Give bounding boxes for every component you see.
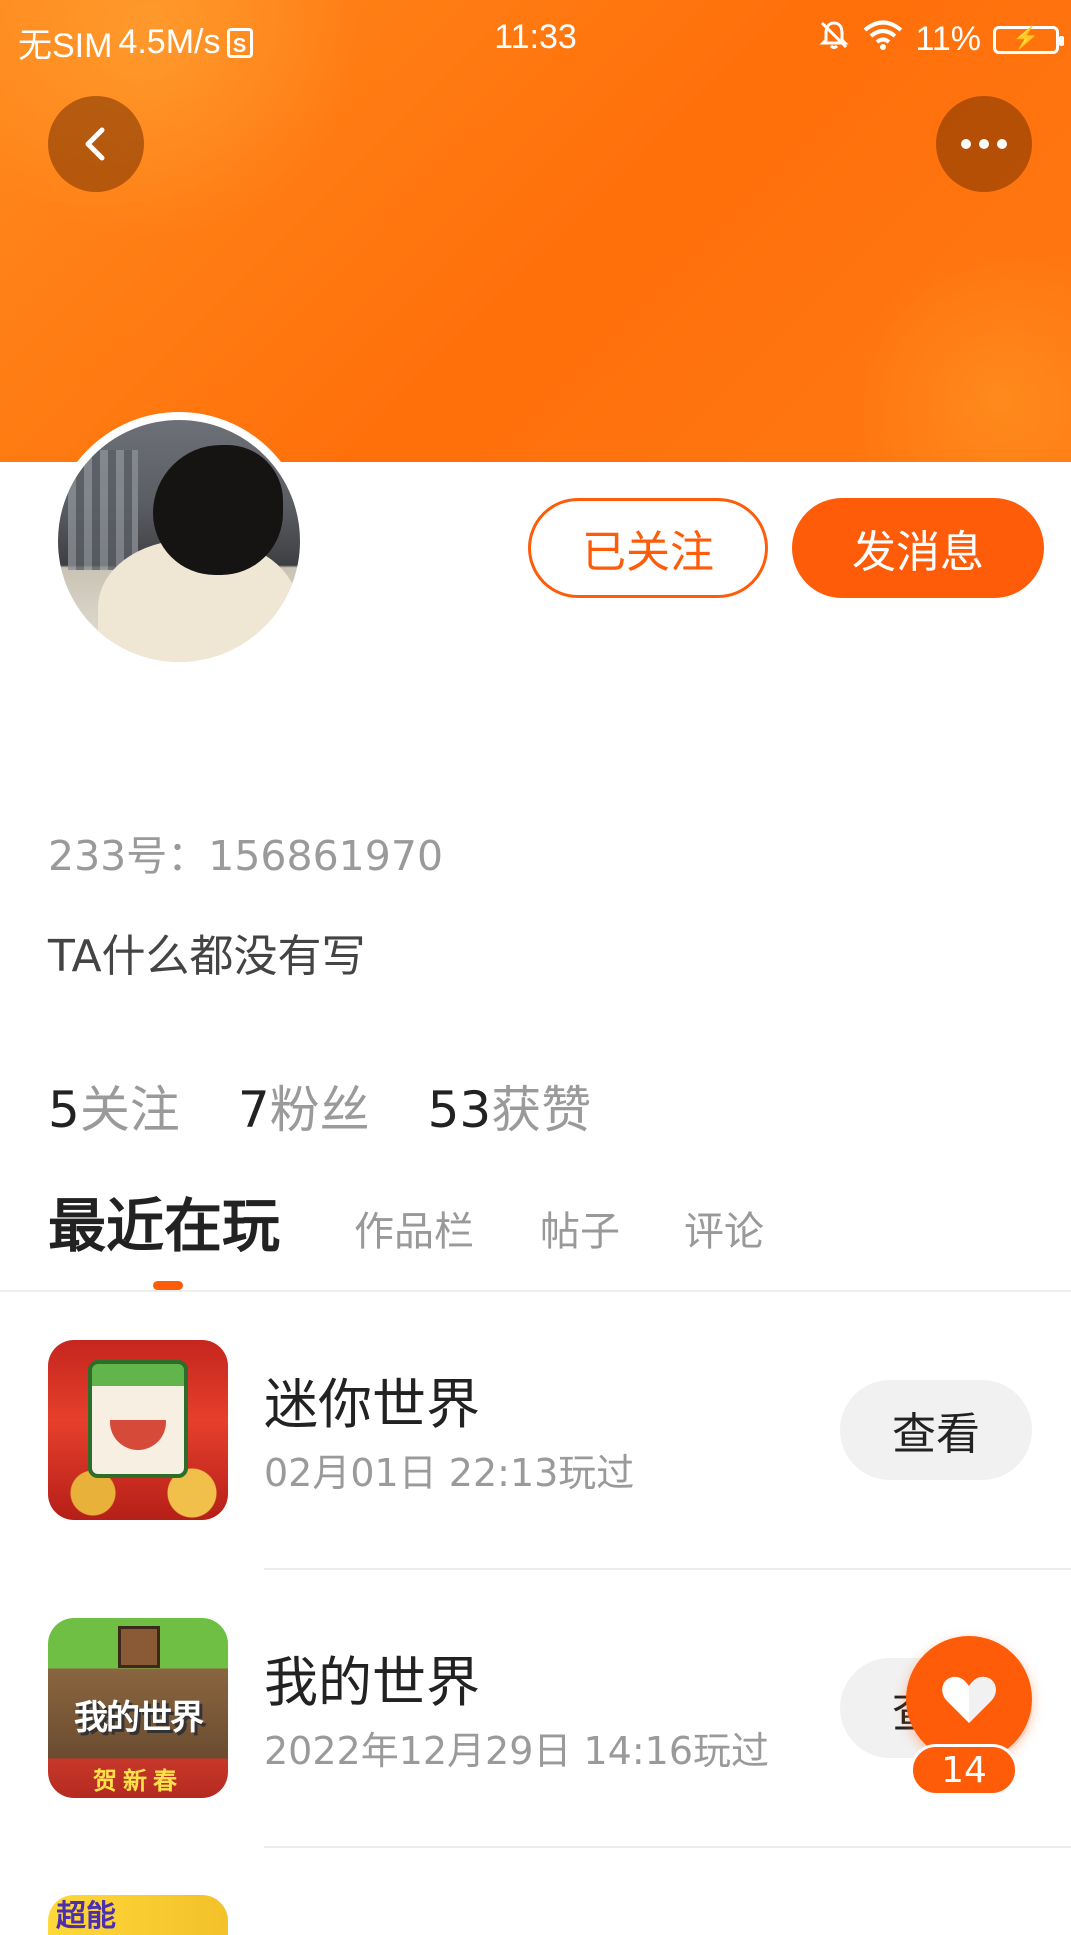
view-button[interactable]: 查看 — [840, 1380, 1032, 1480]
partial-icon-text: 超能 — [56, 1899, 116, 1934]
tab-comments[interactable]: 评论 — [684, 1196, 764, 1268]
banner-decoration — [851, 250, 1071, 462]
more-dots-icon — [961, 139, 1007, 149]
tab-posts[interactable]: 帖子 — [540, 1196, 620, 1268]
tab-active-indicator — [153, 1281, 183, 1290]
stat-likes-count: 53 — [427, 1081, 492, 1139]
send-message-button[interactable]: 发消息 — [792, 498, 1044, 598]
heart-icon — [942, 1676, 996, 1723]
mini-world-icon — [48, 1340, 228, 1520]
more-button[interactable] — [936, 96, 1032, 192]
avatar[interactable] — [50, 412, 308, 670]
status-bar: 无SIM 4.5M/s S 11:33 11% ⚡ — [0, 0, 1071, 76]
stat-followers-count: 7 — [237, 1081, 270, 1139]
last-played-time: 2022年12月29日 14:16玩过 — [264, 1729, 770, 1773]
stat-following-label: 关注 — [79, 1081, 180, 1139]
followed-button[interactable]: 已关注 — [528, 498, 768, 598]
battery-icon: ⚡ — [993, 25, 1064, 54]
profile-tabs: 最近在玩 作品栏 帖子 评论 — [48, 1190, 1048, 1286]
game-name: 我的世界 — [264, 1651, 480, 1714]
stat-following[interactable]: 5关注 — [48, 1070, 180, 1142]
last-played-time: 02月01日 22:13玩过 — [264, 1451, 635, 1495]
game-icon-partial[interactable]: 超能 — [48, 1895, 228, 1935]
game-name: 迷你世界 — [264, 1373, 480, 1436]
minecraft-icon-title: 我的世界 — [74, 1698, 204, 1738]
chevron-left-icon — [85, 127, 105, 161]
list-item[interactable]: 迷你世界 02月01日 22:13玩过 查看 — [0, 1292, 1071, 1570]
tab-works[interactable]: 作品栏 — [354, 1196, 474, 1268]
stat-following-count: 5 — [48, 1081, 80, 1139]
mute-bell-icon — [817, 18, 851, 61]
stat-followers-label: 粉丝 — [269, 1081, 370, 1139]
minecraft-icon: 我的世界 贺新春 — [48, 1618, 228, 1798]
user-id: 233号：156861970 — [48, 832, 444, 880]
divider — [264, 1846, 1071, 1848]
stat-likes[interactable]: 53获赞 — [428, 1070, 592, 1142]
stat-followers[interactable]: 7粉丝 — [238, 1070, 370, 1142]
tab-recently-played[interactable]: 最近在玩 — [48, 1190, 280, 1262]
profile-stats: 5关注 7粉丝 53获赞 — [48, 1070, 591, 1142]
like-count-badge: 14 — [910, 1744, 1018, 1796]
wifi-icon — [863, 19, 903, 60]
stat-likes-label: 获赞 — [491, 1081, 592, 1139]
user-bio: TA什么都没有写 — [48, 931, 366, 982]
minecraft-icon-subtitle: 贺新春 — [93, 1767, 183, 1795]
battery-percent: 11% — [915, 20, 981, 58]
back-button[interactable] — [48, 96, 144, 192]
